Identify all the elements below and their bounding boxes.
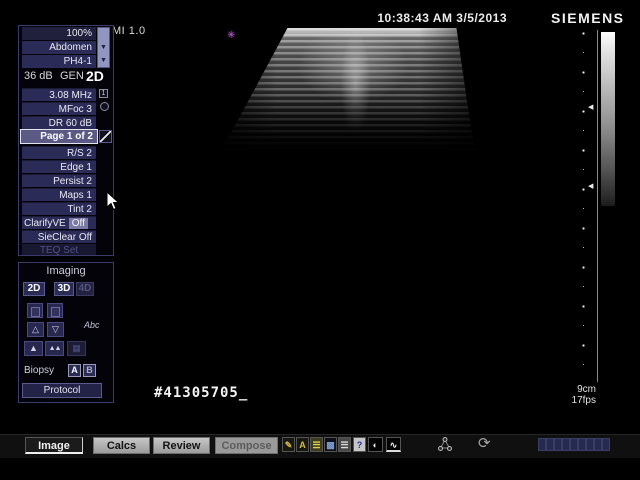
steer-up-icon[interactable]: △ bbox=[27, 322, 44, 337]
worksheet-list-icon[interactable]: ☰ bbox=[338, 437, 351, 452]
softkey-clarify[interactable]: ClarifyVEOff bbox=[22, 216, 96, 229]
ultrasound-image-fade bbox=[222, 28, 474, 150]
biopsy-a-button[interactable]: A bbox=[68, 364, 81, 377]
depth-label: 9cm bbox=[556, 384, 596, 395]
clock: 10:38:43 AM 3/5/2013 bbox=[330, 11, 507, 25]
clarify-label: ClarifyVE bbox=[24, 218, 66, 229]
softkey-frequency[interactable]: 3.08 MHz bbox=[22, 88, 96, 101]
mouse-cursor bbox=[106, 191, 120, 211]
focus-marker-icon[interactable]: ◀ bbox=[588, 183, 593, 190]
ultrasound-screen: 10:38:43 AM 3/5/2013 SIEMENS MI 1.0 ✳ #4… bbox=[0, 0, 640, 480]
softkey-persist[interactable]: Persist 2 bbox=[22, 174, 96, 187]
imaging-4d-button[interactable]: 4D bbox=[76, 282, 94, 296]
gain-label: 36 dB bbox=[24, 70, 53, 82]
report-list-icon[interactable]: ☰ bbox=[310, 437, 323, 452]
imaging-2d-button[interactable]: 2D bbox=[23, 282, 45, 296]
tab-calcs[interactable]: Calcs bbox=[93, 437, 150, 454]
imaging-title: Imaging bbox=[18, 265, 114, 277]
gen-label: GEN bbox=[60, 70, 84, 82]
softkey-page-selector[interactable]: Page 1 of 2 bbox=[20, 129, 98, 144]
frequency-index-badge: 1 bbox=[99, 89, 108, 98]
split-screen-right-icon[interactable] bbox=[47, 303, 63, 318]
gamma-curve-icon[interactable]: ∿ bbox=[386, 437, 401, 452]
help-icon[interactable]: ? bbox=[353, 437, 366, 452]
refresh-icon[interactable]: ⟳ bbox=[478, 436, 491, 451]
page-flip-icon[interactable] bbox=[99, 130, 112, 143]
dual-sector-icon[interactable]: ▲▲ bbox=[45, 341, 64, 356]
network-nodes-icon[interactable] bbox=[437, 436, 453, 453]
depth-ruler-line bbox=[597, 30, 598, 382]
biopsy-b-button[interactable]: B bbox=[83, 364, 96, 377]
grayscale-bar bbox=[601, 32, 615, 206]
softkey-sieclear[interactable]: SieClear Off bbox=[22, 230, 96, 243]
protocol-button[interactable]: Protocol bbox=[22, 383, 102, 398]
contrast-icon[interactable]: ◐ bbox=[368, 437, 383, 452]
annotation-tool-icon[interactable]: ✎ bbox=[282, 437, 295, 452]
clarify-value: Off bbox=[69, 218, 88, 229]
split-screen-left-icon[interactable] bbox=[27, 303, 43, 318]
tab-compose[interactable]: Compose bbox=[215, 437, 278, 454]
preset-select[interactable]: Abdomen bbox=[22, 41, 96, 54]
imaging-3d-button[interactable]: 3D bbox=[54, 282, 74, 296]
siemens-logo: SIEMENS bbox=[551, 10, 625, 26]
transducer-dropdown-icon[interactable]: ▼ bbox=[98, 54, 109, 67]
abc-annotation-icon[interactable]: Abc bbox=[84, 320, 100, 330]
tab-image[interactable]: Image bbox=[25, 437, 83, 454]
text-label-icon[interactable]: A bbox=[296, 437, 309, 452]
mode-2d-indicator: 2D bbox=[86, 68, 104, 84]
zoom-level[interactable]: 100% bbox=[22, 27, 96, 40]
preset-dropdown-icon[interactable]: ▼ bbox=[98, 41, 109, 54]
softkey-dynamic-range[interactable]: DR 60 dB bbox=[22, 116, 96, 129]
transducer-select[interactable]: PH4-1 bbox=[22, 55, 96, 68]
sector-solid-icon[interactable]: ▲ bbox=[24, 341, 43, 356]
softkey-rs[interactable]: R/S 2 bbox=[22, 146, 96, 159]
image-thumbnails-icon[interactable]: ▩ bbox=[324, 437, 337, 452]
status-progress-bar bbox=[538, 438, 610, 451]
softkey-maps[interactable]: Maps 1 bbox=[22, 188, 96, 201]
biopsy-label: Biopsy bbox=[24, 365, 54, 376]
focus-dial-icon bbox=[100, 102, 109, 111]
grid-layout-icon[interactable]: ▦ bbox=[67, 341, 86, 356]
annotation-text[interactable]: #41305705_ bbox=[154, 385, 248, 401]
depth-ruler-ticks bbox=[581, 31, 586, 382]
preset-scroll-strip[interactable]: ▼ ▼ bbox=[97, 27, 110, 68]
focus-marker-icon[interactable]: ◀ bbox=[588, 104, 593, 111]
softkey-edge[interactable]: Edge 1 bbox=[22, 160, 96, 173]
steer-down-icon[interactable]: ▽ bbox=[47, 322, 64, 337]
orientation-marker-icon: ✳ bbox=[227, 30, 235, 41]
softkey-teq: TEQ Set bbox=[22, 244, 96, 255]
tab-review[interactable]: Review bbox=[153, 437, 210, 454]
softkey-tint[interactable]: Tint 2 bbox=[22, 202, 96, 215]
framerate-label: 17fps bbox=[556, 395, 596, 406]
mi-label: MI 1.0 bbox=[112, 25, 146, 37]
softkey-focus[interactable]: MFoc 3 bbox=[22, 102, 96, 115]
